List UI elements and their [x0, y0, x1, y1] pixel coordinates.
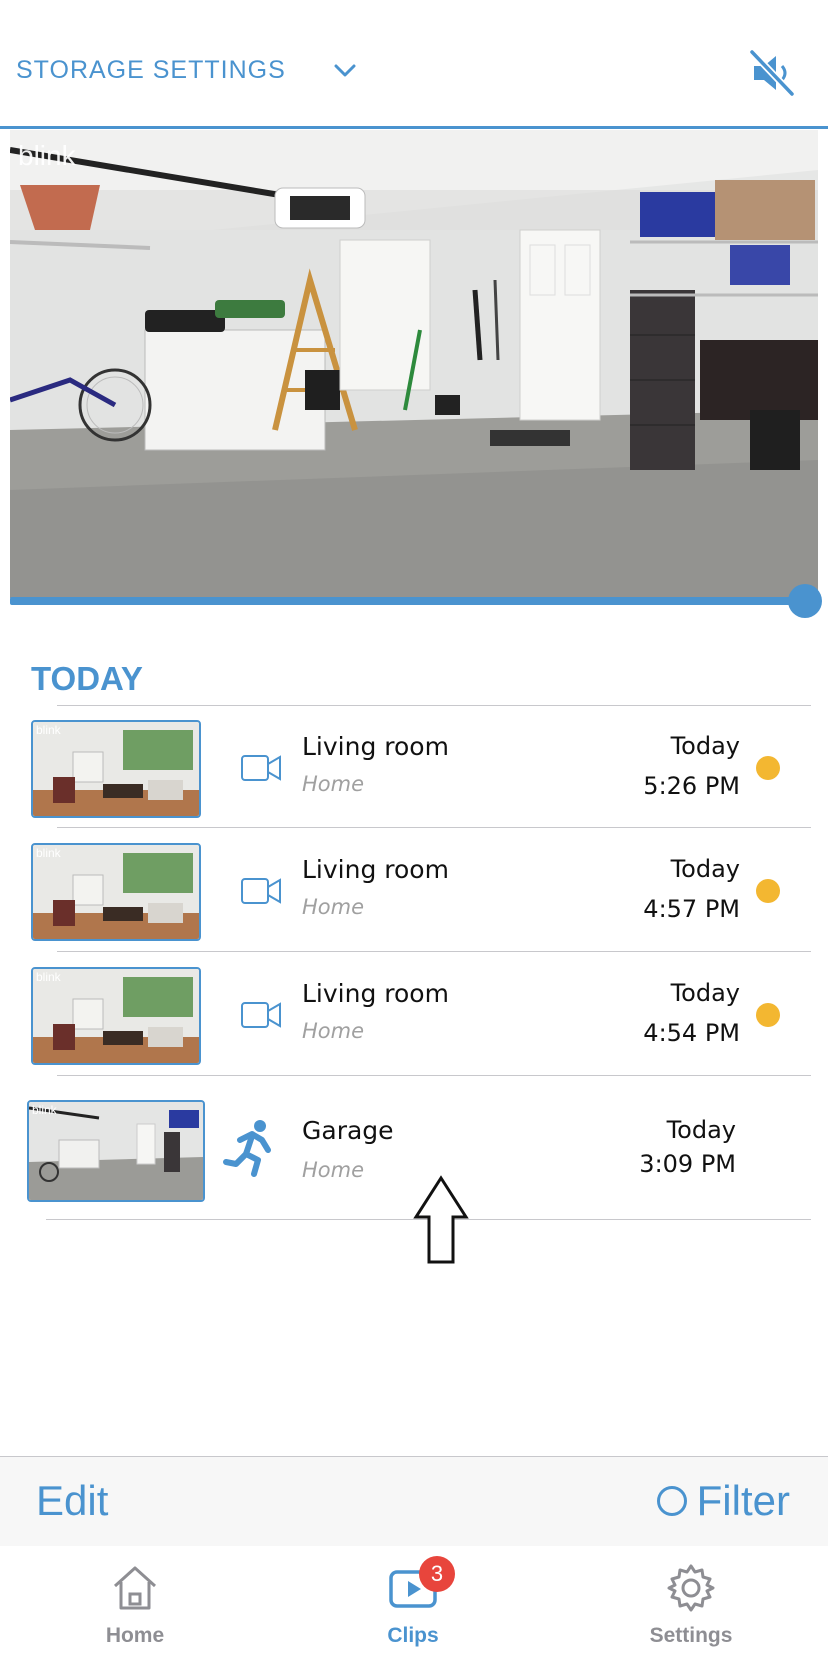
video-preview[interactable]: blink — [10, 130, 818, 598]
clip-time: 4:54 PM — [643, 1019, 740, 1047]
clip-time: 5:26 PM — [643, 772, 740, 800]
filter-label: Filter — [696, 1477, 790, 1524]
filter-button[interactable]: Filter — [656, 1477, 790, 1525]
unread-indicator-dot — [756, 756, 780, 780]
top-bar: STORAGE SETTINGS — [0, 0, 828, 129]
clip-system-name: Home — [302, 895, 365, 919]
edit-button[interactable]: Edit — [36, 1477, 108, 1525]
clip-system-name: Home — [302, 1019, 365, 1043]
clips-action-bar: Edit Filter — [0, 1456, 828, 1547]
home-icon — [113, 1566, 157, 1610]
clip-thumbnail[interactable]: blink — [31, 720, 201, 818]
playback-progress-bar[interactable] — [10, 597, 806, 605]
storage-settings-label: STORAGE SETTINGS — [16, 56, 286, 84]
clip-camera-name: Living room — [302, 732, 449, 761]
blink-watermark: blink — [18, 140, 76, 171]
clip-time: 4:57 PM — [643, 895, 740, 923]
tab-settings-label: Settings — [649, 1624, 733, 1647]
video-camera-icon — [241, 878, 281, 904]
chevron-down-icon — [334, 64, 356, 76]
tab-home-label: Home — [105, 1624, 165, 1647]
playback-scrubber-handle[interactable] — [788, 584, 822, 618]
clip-date: Today — [670, 855, 740, 883]
garage-scene-image — [10, 130, 818, 598]
row-divider — [57, 1075, 811, 1076]
clip-thumbnail[interactable]: blink — [31, 967, 201, 1065]
tab-clips[interactable]: 3 Clips — [333, 1556, 493, 1648]
speaker-muted-icon[interactable] — [746, 48, 798, 98]
tab-settings[interactable]: Settings — [611, 1562, 771, 1648]
tab-bar: Home 3 Clips Settings — [0, 1546, 828, 1676]
top-divider — [0, 126, 828, 129]
motion-running-icon — [223, 1120, 271, 1177]
storage-settings-button[interactable]: STORAGE SETTINGS — [16, 56, 356, 85]
video-camera-icon — [241, 755, 281, 781]
clip-thumbnail[interactable]: blink — [31, 843, 201, 941]
section-title-today: TODAY — [31, 660, 143, 697]
clip-date: Today — [670, 979, 740, 1007]
clip-camera-name: Living room — [302, 979, 449, 1008]
thumbnail-watermark: blink — [36, 846, 61, 860]
clip-camera-name: Garage — [302, 1116, 394, 1145]
unread-indicator-dot — [756, 1003, 780, 1027]
row-divider — [57, 827, 811, 828]
tab-home[interactable]: Home — [55, 1562, 215, 1648]
filter-circle-icon — [656, 1486, 687, 1516]
clip-date: Today — [666, 1116, 736, 1144]
video-camera-icon — [241, 1002, 281, 1028]
tab-clips-label: Clips — [387, 1624, 439, 1647]
thumbnail-watermark: blink — [32, 1103, 57, 1117]
section-divider — [57, 705, 811, 706]
gear-icon — [667, 1564, 715, 1612]
clip-system-name: Home — [302, 772, 365, 796]
clip-date: Today — [670, 732, 740, 760]
clip-thumbnail[interactable]: blink — [27, 1100, 205, 1202]
thumbnail-watermark: blink — [36, 970, 61, 984]
row-divider — [57, 951, 811, 952]
thumbnail-watermark: blink — [36, 723, 61, 737]
clip-camera-name: Living room — [302, 855, 449, 884]
clips-count-badge: 3 — [419, 1556, 455, 1592]
unread-indicator-dot — [756, 879, 780, 903]
clip-time: 3:09 PM — [639, 1150, 736, 1178]
clip-system-name: Home — [302, 1158, 365, 1182]
up-arrow-icon — [413, 1175, 469, 1264]
